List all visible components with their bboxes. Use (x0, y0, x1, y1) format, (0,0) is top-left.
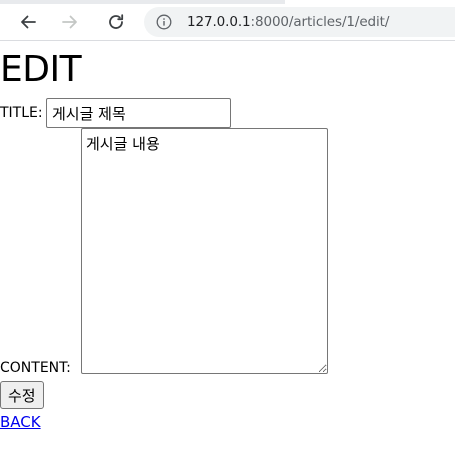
back-link[interactable]: BACK (0, 413, 41, 431)
reload-button[interactable] (100, 6, 132, 38)
info-icon[interactable] (156, 14, 172, 30)
url-host: 127.0.0.1 (187, 14, 251, 30)
reload-icon (109, 14, 124, 29)
forward-arrow-icon (62, 15, 77, 29)
url-path: :8000/articles/1/edit/ (250, 14, 390, 30)
content-textarea[interactable]: 게시글 내용 (81, 128, 328, 374)
browser-toolbar: 127.0.0.1:8000/articles/1/edit/ (0, 4, 455, 41)
page-title: EDIT (0, 49, 82, 90)
forward-button[interactable] (54, 6, 86, 38)
content-label: CONTENT: (0, 360, 71, 376)
title-input[interactable] (46, 98, 231, 128)
back-button[interactable] (12, 6, 44, 38)
url-text[interactable]: 127.0.0.1:8000/articles/1/edit/ (187, 14, 389, 30)
submit-button[interactable]: 수정 (0, 381, 44, 409)
title-label: TITLE: (0, 105, 43, 121)
address-bar[interactable]: 127.0.0.1:8000/articles/1/edit/ (144, 7, 455, 37)
back-arrow-icon (21, 15, 36, 29)
